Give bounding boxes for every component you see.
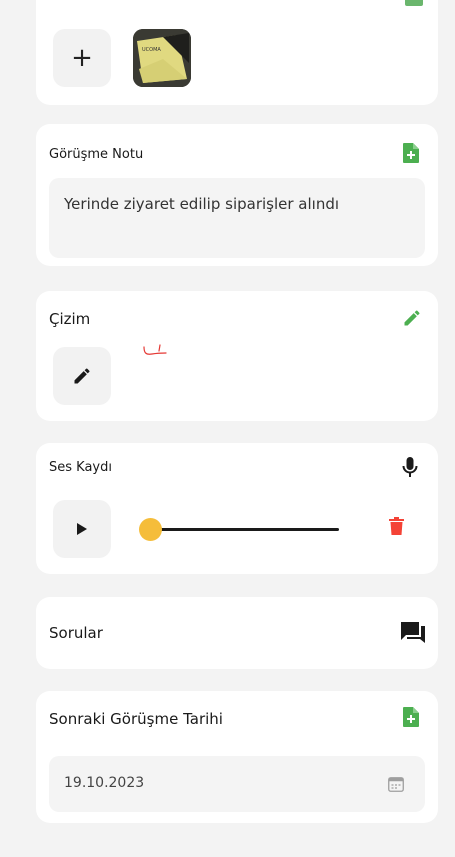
questions-title: Sorular	[49, 624, 103, 642]
note-text-field[interactable]: Yerinde ziyaret edilip siparişler alındı	[49, 178, 425, 258]
note-title: Görüşme Notu	[49, 147, 144, 162]
drawing-sketch	[143, 344, 167, 355]
microphone-icon[interactable]	[402, 457, 418, 479]
note-add-icon[interactable]	[403, 143, 419, 163]
open-drawing-button[interactable]	[53, 347, 111, 405]
play-icon	[77, 523, 87, 535]
pencil-icon	[74, 368, 90, 384]
photos-card: + UCOMA	[36, 0, 438, 105]
chat-bubbles-icon	[401, 622, 425, 643]
add-photo-label: +	[71, 43, 93, 73]
next-meeting-card: Sonraki Görüşme Tarihi 19.10.2023	[36, 691, 438, 823]
note-text[interactable]: Yerinde ziyaret edilip siparişler alındı	[64, 195, 339, 213]
photo-thumbnail[interactable]: UCOMA	[133, 29, 191, 87]
add-photo-button[interactable]: +	[53, 29, 111, 87]
drawing-title: Çizim	[49, 310, 91, 328]
note-card: Görüşme Notu Yerinde ziyaret edilip sipa…	[36, 124, 438, 266]
audio-slider-thumb[interactable]	[139, 518, 162, 541]
photo-thumbnail-image	[133, 29, 191, 87]
delete-recording-icon[interactable]	[389, 517, 404, 535]
drawing-edit-icon[interactable]	[402, 308, 422, 328]
audio-slider-track	[145, 528, 339, 531]
photo-thumbnail-text: UCOMA	[142, 47, 161, 53]
audio-card: Ses Kaydı	[36, 443, 438, 574]
date-value[interactable]: 19.10.2023	[64, 775, 144, 791]
questions-card[interactable]: Sorular	[36, 597, 438, 669]
play-button[interactable]	[53, 500, 111, 558]
calendar-icon[interactable]	[388, 777, 404, 792]
audio-title: Ses Kaydı	[49, 460, 112, 475]
card-header-partial-icon	[405, 0, 423, 6]
next-meeting-title: Sonraki Görüşme Tarihi	[49, 710, 223, 728]
audio-progress-slider[interactable]	[139, 517, 339, 541]
drawing-card: Çizim	[36, 291, 438, 421]
next-meeting-add-icon[interactable]	[403, 707, 419, 727]
date-field[interactable]: 19.10.2023	[49, 756, 425, 812]
